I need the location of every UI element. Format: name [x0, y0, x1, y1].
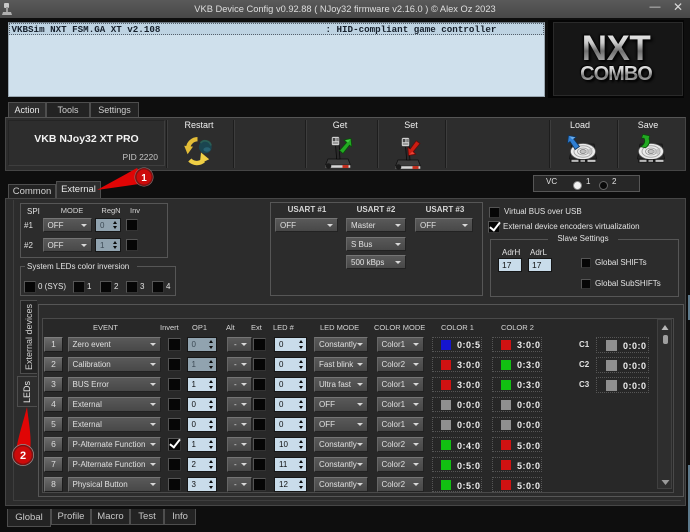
- svg-text:1: 1: [141, 173, 147, 184]
- svg-text:2: 2: [20, 450, 26, 462]
